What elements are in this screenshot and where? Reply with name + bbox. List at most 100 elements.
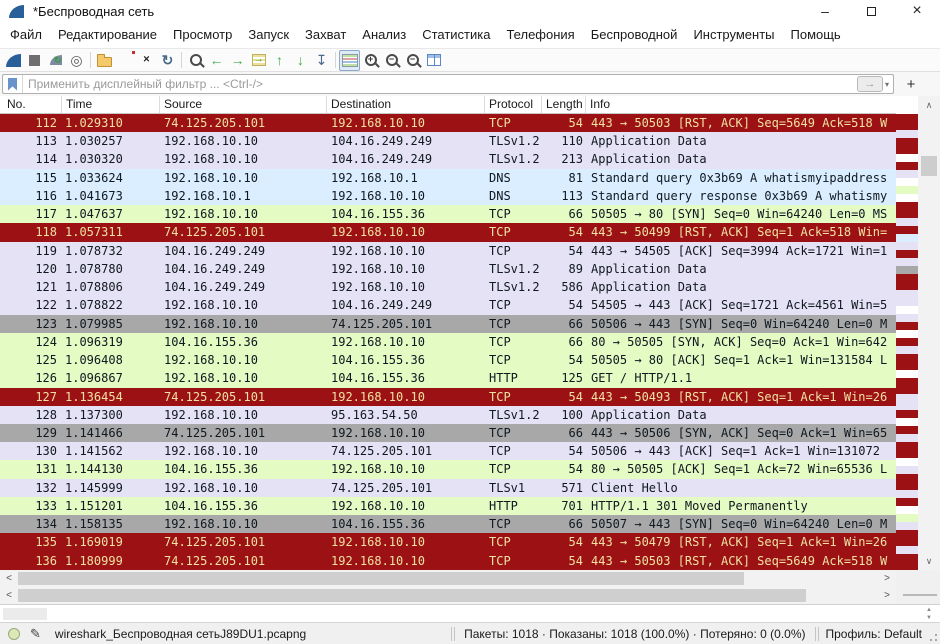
packet-row[interactable]: 1241.096319104.16.155.36192.168.10.10TCP… bbox=[0, 333, 896, 351]
detail-pane-hscrollbar[interactable]: < > bbox=[0, 587, 896, 604]
menu-item-tools[interactable]: Инструменты bbox=[685, 22, 782, 48]
packet-row[interactable]: 1341.158135192.168.10.10104.16.155.36TCP… bbox=[0, 515, 896, 533]
packet-row[interactable]: 1181.05731174.125.205.101192.168.10.10TC… bbox=[0, 223, 896, 241]
packet-row[interactable]: 1161.041673192.168.10.1192.168.10.10DNS1… bbox=[0, 187, 896, 205]
column-header-destination[interactable]: Destination bbox=[327, 96, 485, 113]
column-header-source[interactable]: Source bbox=[160, 96, 327, 113]
reload-file-button[interactable]: ↻ bbox=[157, 50, 178, 71]
minimap-stripe bbox=[896, 506, 918, 514]
scroll-left-icon[interactable]: < bbox=[0, 587, 18, 604]
window-resize-grip[interactable] bbox=[930, 625, 938, 643]
zoom-out-button[interactable]: − bbox=[381, 50, 402, 71]
packet-row[interactable]: 1311.144130104.16.155.36192.168.10.10TCP… bbox=[0, 460, 896, 478]
maximize-button[interactable] bbox=[848, 0, 894, 22]
column-header-time[interactable]: Time bbox=[62, 96, 160, 113]
column-header-length[interactable]: Length bbox=[542, 96, 586, 113]
restart-capture-button[interactable]: ↻ bbox=[45, 50, 66, 71]
packet-row[interactable]: 1131.030257192.168.10.10104.16.249.249TL… bbox=[0, 132, 896, 150]
filter-dropdown-caret-icon[interactable]: ▾ bbox=[885, 80, 889, 89]
packet-row[interactable]: 1271.13645474.125.205.101192.168.10.10TC… bbox=[0, 388, 896, 406]
packet-row[interactable]: 1281.137300192.168.10.1095.163.54.50TLSv… bbox=[0, 406, 896, 424]
auto-scroll-button[interactable]: ↧ bbox=[311, 50, 332, 71]
scroll-right-icon[interactable]: > bbox=[878, 587, 896, 604]
menu-item-go[interactable]: Запуск bbox=[240, 22, 297, 48]
hscrollbar-thumb[interactable] bbox=[18, 572, 744, 585]
pane-scroll-arrows-icon[interactable]: ▲▼ bbox=[926, 606, 932, 622]
minimap-stripe bbox=[896, 410, 918, 418]
apply-filter-button[interactable]: → bbox=[857, 76, 883, 92]
minimap-stripe bbox=[896, 426, 918, 434]
column-header-protocol[interactable]: Protocol bbox=[485, 96, 542, 113]
packet-row[interactable]: 1291.14146674.125.205.101192.168.10.10TC… bbox=[0, 424, 896, 442]
add-filter-button[interactable]: + bbox=[902, 74, 920, 94]
go-last-packet-button[interactable]: ↓ bbox=[290, 50, 311, 71]
close-button[interactable]: × bbox=[894, 0, 940, 22]
profile-selector[interactable]: Профиль: Default bbox=[826, 627, 923, 641]
resize-columns-button[interactable] bbox=[423, 50, 444, 71]
packet-row[interactable]: 1351.16901974.125.205.101192.168.10.10TC… bbox=[0, 533, 896, 551]
menu-item-view[interactable]: Просмотр bbox=[165, 22, 240, 48]
go-first-packet-button[interactable]: ↑ bbox=[269, 50, 290, 71]
zoom-in-button[interactable]: + bbox=[360, 50, 381, 71]
packet-row[interactable]: 1321.145999192.168.10.1074.125.205.101TL… bbox=[0, 479, 896, 497]
stop-capture-button[interactable] bbox=[24, 50, 45, 71]
scroll-left-icon[interactable]: < bbox=[0, 570, 18, 587]
packet-list-hscrollbar[interactable]: < > bbox=[0, 570, 896, 587]
capture-comment-icon[interactable]: ✎ bbox=[30, 626, 41, 642]
packet-row[interactable]: 1121.02931074.125.205.101192.168.10.10TC… bbox=[0, 114, 896, 132]
filter-bookmark-button[interactable] bbox=[3, 75, 23, 93]
minimap-stripe bbox=[896, 234, 918, 242]
close-file-button[interactable] bbox=[136, 50, 157, 71]
packet-minimap[interactable] bbox=[896, 114, 918, 570]
minimap-stripe bbox=[896, 466, 918, 474]
capture-options-button[interactable]: ◎ bbox=[66, 50, 87, 71]
packet-row[interactable]: 1261.096867192.168.10.10104.16.155.36HTT… bbox=[0, 369, 896, 387]
menu-item-file[interactable]: Файл bbox=[2, 22, 50, 48]
menu-item-help[interactable]: Помощь bbox=[783, 22, 849, 48]
packet-row[interactable]: 1211.078806104.16.249.249192.168.10.10TL… bbox=[0, 278, 896, 296]
menu-item-telephony[interactable]: Телефония bbox=[498, 22, 582, 48]
packet-row[interactable]: 1301.141562192.168.10.1074.125.205.101TC… bbox=[0, 442, 896, 460]
colorize-packets-button[interactable] bbox=[339, 50, 360, 71]
menu-item-analyze[interactable]: Анализ bbox=[354, 22, 414, 48]
zoom-100-button[interactable]: − bbox=[402, 50, 423, 71]
scroll-up-icon[interactable]: ∧ bbox=[918, 96, 940, 114]
expert-info-icon[interactable] bbox=[8, 628, 20, 640]
scroll-down-icon[interactable]: ∨ bbox=[918, 552, 940, 570]
packet-row[interactable]: 1221.078822192.168.10.10104.16.249.249TC… bbox=[0, 296, 896, 314]
menu-item-statistics[interactable]: Статистика bbox=[414, 22, 498, 48]
go-back-button[interactable]: ← bbox=[206, 50, 227, 71]
minimap-stripe bbox=[896, 274, 918, 282]
packet-row[interactable]: 1191.078732104.16.249.249192.168.10.10TC… bbox=[0, 242, 896, 260]
column-header-no[interactable]: No. bbox=[0, 96, 62, 113]
go-to-packet-button[interactable] bbox=[248, 50, 269, 71]
packet-row[interactable]: 1361.18099974.125.205.101192.168.10.10TC… bbox=[0, 552, 896, 570]
column-header-info[interactable]: Info bbox=[586, 96, 896, 113]
start-capture-button[interactable] bbox=[3, 50, 24, 71]
find-packet-button[interactable] bbox=[185, 50, 206, 71]
packet-row[interactable]: 1201.078780104.16.249.249192.168.10.10TL… bbox=[0, 260, 896, 278]
pane-splitter-handle[interactable] bbox=[903, 594, 937, 596]
menu-item-wireless[interactable]: Беспроводной bbox=[583, 22, 686, 48]
packet-row[interactable]: 1251.096408192.168.10.10104.16.155.36TCP… bbox=[0, 351, 896, 369]
go-forward-button[interactable]: → bbox=[227, 50, 248, 71]
minimize-button[interactable]: – bbox=[802, 0, 848, 22]
save-file-button[interactable] bbox=[115, 50, 136, 71]
packet-row[interactable]: 1231.079985192.168.10.1074.125.205.101TC… bbox=[0, 315, 896, 333]
menu-item-edit[interactable]: Редактирование bbox=[50, 22, 165, 48]
packet-row[interactable]: 1331.151201104.16.155.36192.168.10.10HTT… bbox=[0, 497, 896, 515]
open-file-button[interactable] bbox=[94, 50, 115, 71]
display-filter-input[interactable]: Применить дисплейный фильтр ... <Ctrl-/>… bbox=[2, 74, 894, 94]
menu-item-capture[interactable]: Захват bbox=[297, 22, 354, 48]
packet-row[interactable]: 1141.030320192.168.10.10104.16.249.249TL… bbox=[0, 150, 896, 168]
hscrollbar-thumb[interactable] bbox=[18, 589, 806, 602]
packet-row[interactable]: 1171.047637192.168.10.10104.16.155.36TCP… bbox=[0, 205, 896, 223]
scroll-right-icon[interactable]: > bbox=[878, 570, 896, 587]
minimap-stripe bbox=[896, 458, 918, 466]
minimap-stripe bbox=[896, 154, 918, 162]
vertical-scrollbar-thumb[interactable] bbox=[921, 156, 937, 176]
go-last-packet-icon: ↓ bbox=[297, 53, 304, 67]
vertical-scrollbar[interactable]: ∧ ∨ bbox=[918, 96, 940, 570]
packet-row[interactable]: 1151.033624192.168.10.10192.168.10.1DNS8… bbox=[0, 169, 896, 187]
toolbar-separator bbox=[90, 52, 91, 68]
